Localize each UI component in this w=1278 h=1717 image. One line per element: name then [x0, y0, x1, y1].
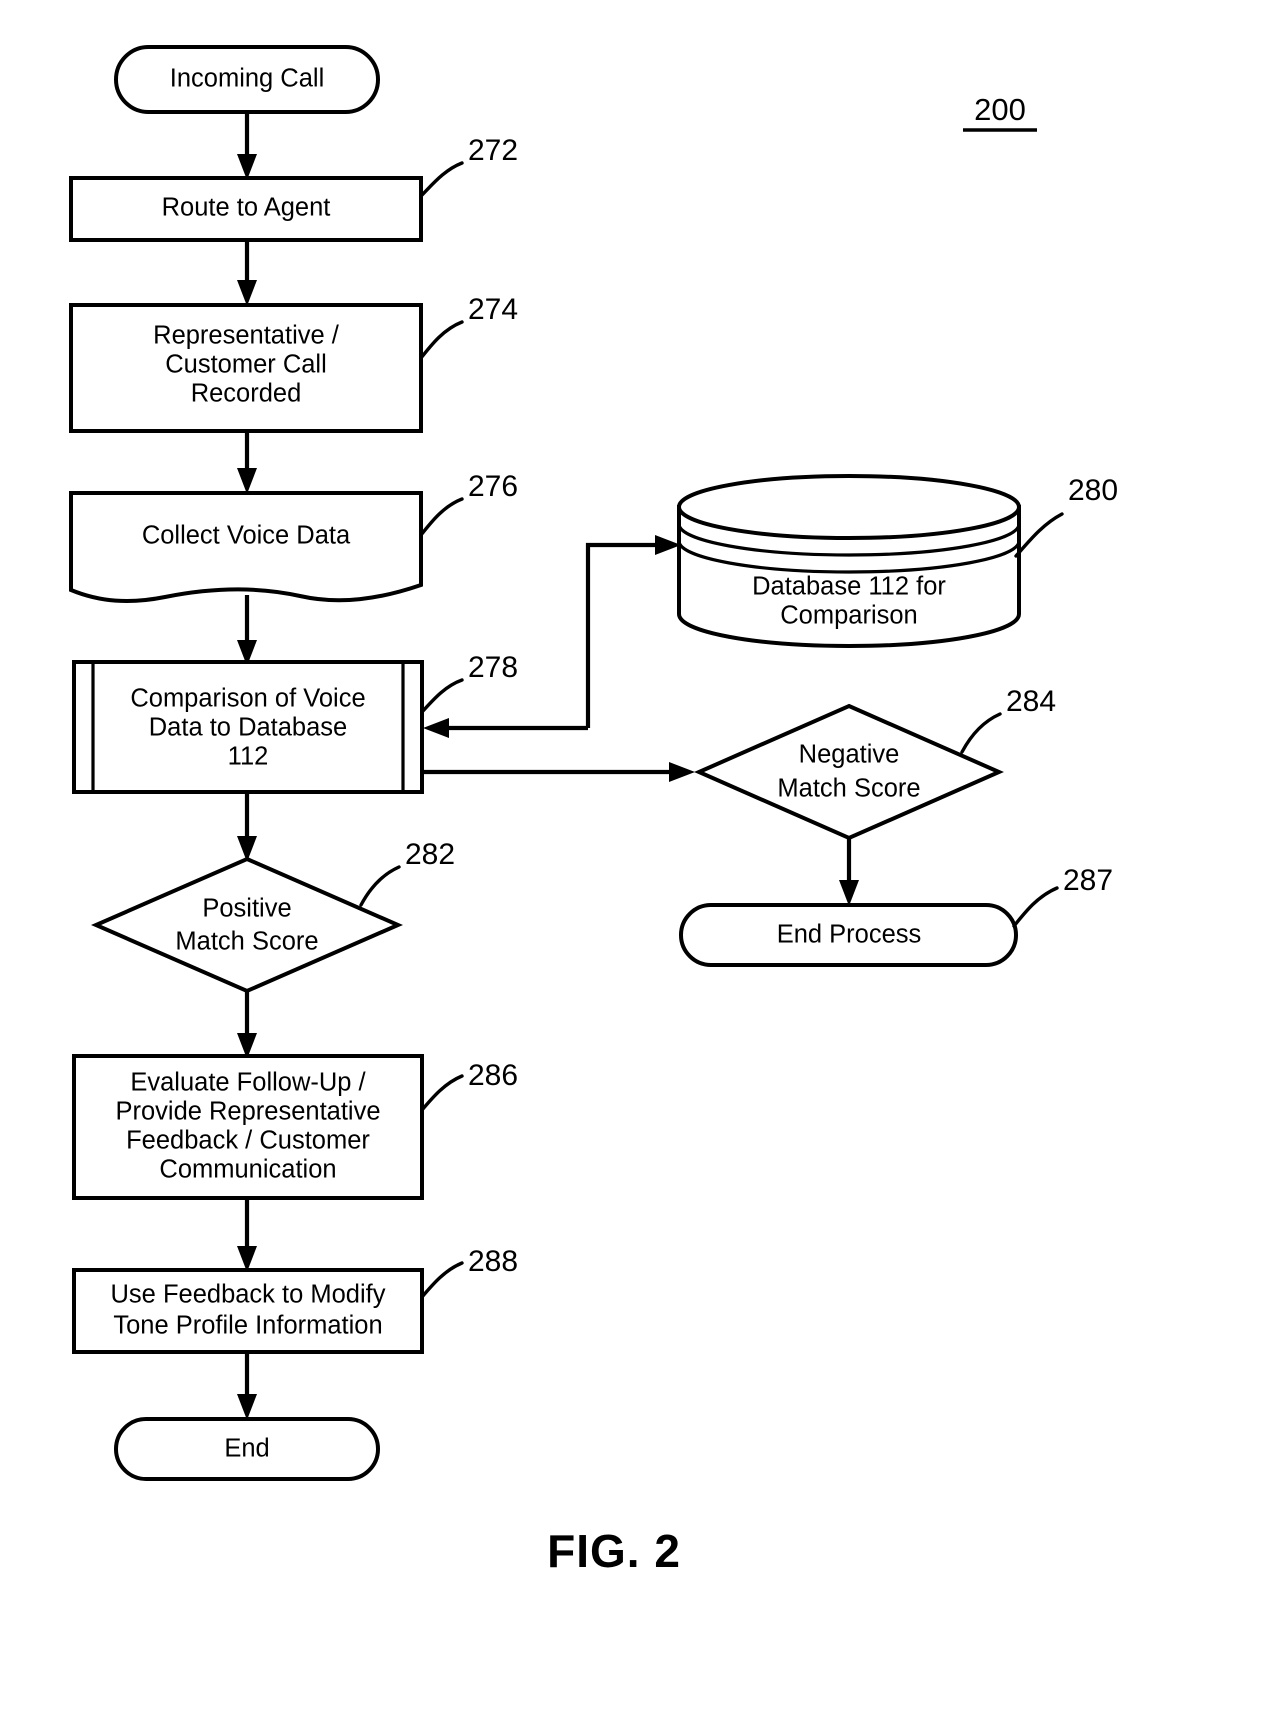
- ref-number-288: 288: [468, 1245, 518, 1278]
- node-database: Database 112 for Comparison: [677, 474, 1021, 649]
- ref-number-280: 280: [1068, 474, 1118, 507]
- connector-positive-to-evaluate: [237, 991, 257, 1059]
- evaluate-followup-label-line1: Evaluate Follow-Up /: [130, 1069, 366, 1097]
- end-process-label: End Process: [777, 921, 922, 949]
- comparison-label-line3: 112: [228, 743, 269, 771]
- connector-comparison-to-positive: [237, 792, 257, 862]
- figure-title: FIG. 2: [547, 1525, 681, 1577]
- ref-leader-287: 287: [1012, 864, 1113, 928]
- node-positive-match: Positive Match Score: [91, 856, 403, 994]
- ref-leader-278: 278: [420, 651, 518, 714]
- connector-comparison-to-database: [585, 535, 681, 728]
- ref-number-287: 287: [1063, 864, 1113, 897]
- node-end: End: [114, 1417, 380, 1481]
- ref-leader-280: 280: [1014, 474, 1118, 558]
- negative-match-shape: [694, 703, 1004, 841]
- connector-route-to-recorded: [237, 240, 257, 306]
- connector-collect-to-comparison: [237, 595, 257, 666]
- connector-database-to-comparison: [423, 718, 588, 738]
- ref-leader-288: 288: [420, 1245, 518, 1299]
- negative-match-label-line1: Negative: [799, 741, 900, 769]
- route-to-agent-label: Route to Agent: [162, 194, 331, 222]
- end-label: End: [224, 1435, 269, 1463]
- ref-number-274: 274: [468, 293, 518, 326]
- connector-use-feedback-to-end: [237, 1352, 257, 1420]
- evaluate-followup-label-line4: Communication: [159, 1156, 336, 1184]
- comparison-label-line1: Comparison of Voice: [130, 685, 365, 713]
- call-recorded-label-line1: Representative /: [153, 322, 340, 350]
- call-recorded-label-line2: Customer Call: [165, 351, 327, 379]
- node-comparison: Comparison of Voice Data to Database 112: [72, 660, 424, 794]
- flowchart-canvas: 200 Incoming Call Route to Agent 272 Rep…: [69, 45, 1118, 1577]
- ref-number-278: 278: [468, 651, 518, 684]
- node-end-process: End Process: [679, 903, 1018, 967]
- database-top-ellipse: [677, 474, 1021, 540]
- ref-leader-284: 284: [960, 685, 1056, 754]
- positive-match-label-line1: Positive: [202, 895, 291, 923]
- use-feedback-label-line1: Use Feedback to Modify: [111, 1281, 386, 1309]
- connector-incoming-to-route: [237, 112, 257, 180]
- database-label-line1: Database 112 for: [752, 573, 946, 601]
- ref-leader-272: 272: [419, 134, 518, 198]
- ref-leader-282: 282: [359, 838, 455, 907]
- positive-match-label-line2: Match Score: [175, 928, 318, 956]
- ref-number-286: 286: [468, 1059, 518, 1092]
- evaluate-followup-label-line3: Feedback / Customer: [126, 1127, 370, 1155]
- ref-leader-286: 286: [420, 1059, 518, 1112]
- node-collect-voice-data: Collect Voice Data: [69, 491, 423, 604]
- collect-voice-data-label: Collect Voice Data: [142, 522, 351, 550]
- ref-leader-274: 274: [419, 293, 518, 360]
- use-feedback-label-line2: Tone Profile Information: [113, 1312, 382, 1340]
- call-recorded-label-line3: Recorded: [191, 380, 302, 408]
- node-route-to-agent: Route to Agent: [69, 176, 423, 242]
- ref-number-284: 284: [1006, 685, 1056, 718]
- ref-number-282: 282: [405, 838, 455, 871]
- ref-leader-276: 276: [419, 470, 518, 537]
- comparison-label-line2: Data to Database: [149, 714, 347, 742]
- evaluate-followup-label-line2: Provide Representative: [115, 1098, 380, 1126]
- negative-match-label-line2: Match Score: [777, 775, 920, 803]
- node-use-feedback: Use Feedback to Modify Tone Profile Info…: [72, 1268, 424, 1354]
- node-incoming-call: Incoming Call: [114, 45, 380, 114]
- diagram-number-label: 200: [974, 92, 1026, 127]
- node-evaluate-followup: Evaluate Follow-Up / Provide Representat…: [72, 1054, 424, 1200]
- connector-negative-to-end-process: [839, 838, 859, 906]
- patent-figure: 200 Incoming Call Route to Agent 272 Rep…: [0, 0, 1278, 1717]
- node-negative-match: Negative Match Score: [694, 703, 1004, 841]
- connector-recorded-to-collect: [237, 431, 257, 494]
- positive-match-shape: [91, 856, 403, 994]
- incoming-call-label: Incoming Call: [170, 65, 324, 93]
- connector-evaluate-to-use-feedback: [237, 1198, 257, 1272]
- ref-number-276: 276: [468, 470, 518, 503]
- database-label-line2: Comparison: [780, 602, 917, 630]
- node-call-recorded: Representative / Customer Call Recorded: [69, 303, 423, 433]
- diagram-number-200: 200: [963, 92, 1037, 132]
- connector-comparison-to-negative: [422, 762, 695, 782]
- ref-number-272: 272: [468, 134, 518, 167]
